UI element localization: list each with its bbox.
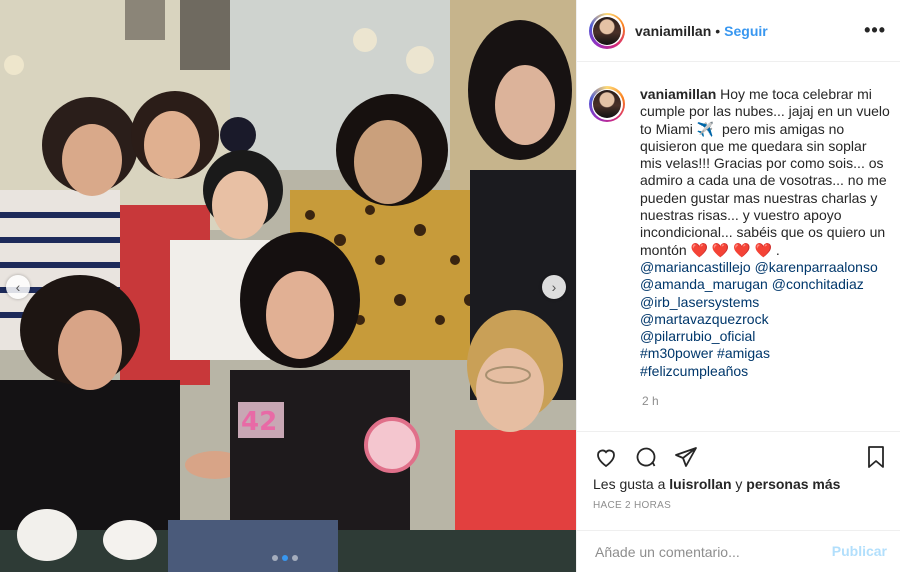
caption-timestamp[interactable]: 2 h — [642, 394, 659, 408]
group-photo-illustration: 42 — [0, 0, 576, 572]
mention-link[interactable]: @irb_lasersystems — [640, 294, 890, 311]
bookmark-icon — [868, 446, 884, 468]
comment-input[interactable] — [593, 531, 817, 573]
share-button[interactable] — [673, 444, 699, 470]
like-button[interactable] — [593, 444, 619, 470]
chevron-left-icon: ‹ — [15, 279, 21, 295]
previous-photo-button[interactable]: ‹ — [6, 275, 30, 299]
publish-button[interactable]: Publicar — [832, 543, 887, 559]
post-side-panel: vaniamillan • Seguir ••• vaniamillan Hoy… — [576, 0, 900, 573]
caption-text: vaniamillan Hoy me toca celebrar mi cump… — [640, 86, 890, 380]
hashtag-link[interactable]: #felizcumpleaños — [640, 363, 890, 380]
avatar[interactable] — [589, 12, 625, 49]
heart-icon — [597, 449, 615, 468]
comment-bar: Publicar — [577, 530, 900, 573]
candle-number: 42 — [241, 407, 277, 437]
post-date[interactable]: HACE 2 HORAS — [593, 500, 671, 511]
others-likes-link[interactable]: personas más — [746, 476, 840, 492]
follow-button[interactable]: Seguir — [724, 23, 768, 39]
caption-avatar[interactable] — [589, 86, 625, 122]
comment-button[interactable] — [633, 444, 659, 470]
next-photo-button[interactable]: › — [542, 275, 566, 299]
action-icons — [593, 444, 699, 470]
carousel-indicator — [272, 555, 298, 561]
mention-link[interactable]: @pilarrubio_oficial — [640, 328, 890, 345]
more-icon: ••• — [864, 20, 886, 40]
avatar-image — [593, 16, 621, 45]
liker-username[interactable]: luisrollan — [669, 476, 731, 492]
likes-prefix: Les gusta a — [593, 476, 666, 492]
post-header: vaniamillan • Seguir ••• — [577, 0, 900, 62]
hashtag-link[interactable]: #m30power #amigas — [640, 345, 890, 362]
comment-icon — [636, 447, 656, 467]
carousel-dot — [272, 555, 278, 561]
mention-link[interactable]: @mariancastillejo @karenparraalonso — [640, 259, 890, 276]
username-link[interactable]: vaniamillan — [635, 23, 711, 39]
more-options-button[interactable]: ••• — [864, 20, 886, 41]
caption-username[interactable]: vaniamillan — [640, 86, 716, 102]
mention-link[interactable]: @amanda_marugan @conchitadiaz — [640, 276, 890, 293]
post-photo[interactable]: 42 ‹ › — [0, 0, 576, 572]
mention-link[interactable]: @martavazquezrock — [640, 311, 890, 328]
carousel-dot-active — [282, 555, 288, 561]
avatar-image — [593, 90, 621, 118]
paper-plane-icon — [675, 447, 697, 467]
separator-dot: • — [715, 22, 721, 39]
post-caption: vaniamillan Hoy me toca celebrar mi cump… — [589, 86, 893, 380]
likes-summary: Les gusta a luisrollan y personas más — [593, 476, 840, 492]
likes-middle: y — [735, 476, 743, 492]
caption-body: Hoy me toca celebrar mi cumple por las n… — [640, 86, 894, 258]
save-button[interactable] — [863, 444, 889, 470]
carousel-dot — [292, 555, 298, 561]
chevron-right-icon: › — [551, 279, 557, 295]
